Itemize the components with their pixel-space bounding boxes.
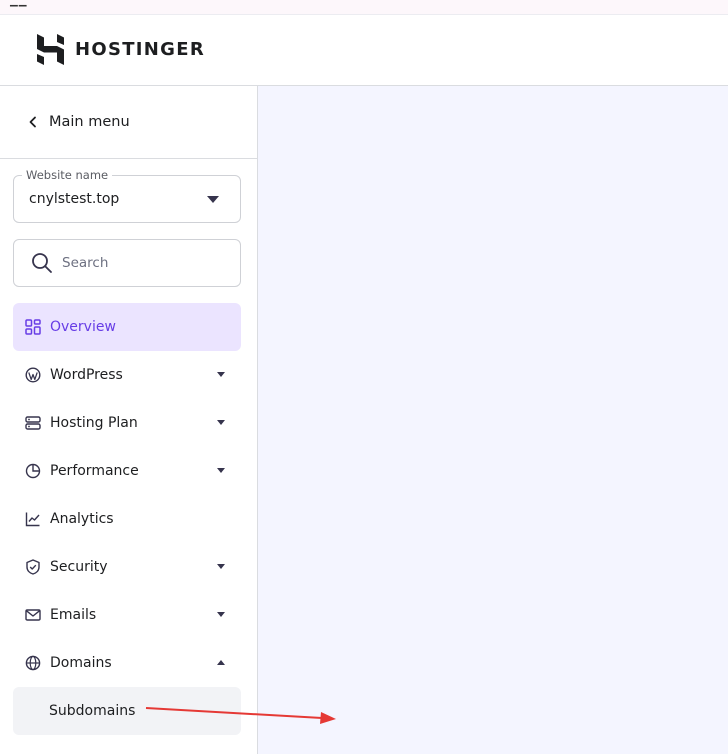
caret-down-icon	[217, 468, 225, 473]
website-name-legend: Website name	[22, 168, 113, 182]
sidebar-item-analytics[interactable]: Analytics	[13, 495, 241, 543]
sidebar-item-emails[interactable]: Emails	[13, 591, 241, 639]
sidebar-item-label: Emails	[50, 607, 97, 623]
sidebar-item-domains[interactable]: Domains	[13, 639, 241, 687]
caret-down-icon	[217, 420, 225, 425]
hostinger-logo-icon	[37, 34, 64, 65]
globe-icon	[24, 655, 41, 672]
caret-down-icon	[217, 372, 225, 377]
caret-down-icon	[207, 196, 219, 203]
sidebar-item-overview[interactable]: Overview	[13, 303, 241, 351]
shield-icon	[24, 559, 41, 576]
mail-icon	[24, 607, 41, 624]
sidebar-item-label: Overview	[50, 319, 116, 335]
strip-glyph: ▁▁	[10, 0, 28, 7]
search-icon	[32, 253, 52, 273]
caret-down-icon	[217, 564, 225, 569]
sidebar-item-hosting-plan[interactable]: Hosting Plan	[13, 399, 241, 447]
sidebar-subitem-label: Subdomains	[49, 703, 136, 719]
pie-chart-icon	[24, 463, 41, 480]
website-name-value: cnylstest.top	[29, 191, 120, 207]
main-menu-label: Main menu	[49, 114, 130, 130]
browser-top-strip: ▁▁	[0, 0, 728, 15]
sidebar-item-label: WordPress	[50, 367, 123, 383]
sidebar-item-label: Domains	[50, 655, 112, 671]
wordpress-icon	[24, 367, 41, 384]
main-content-area	[258, 86, 728, 754]
line-chart-icon	[24, 511, 41, 528]
sidebar: Main menu Website name cnylstest.top Ove…	[0, 86, 258, 754]
sidebar-nav: Overview WordPress Hosting Plan Performa…	[13, 303, 241, 735]
search-box[interactable]	[13, 239, 241, 287]
sidebar-item-label: Hosting Plan	[50, 415, 138, 431]
website-name-select[interactable]: Website name cnylstest.top	[13, 168, 241, 223]
sidebar-subitem-subdomains[interactable]: Subdomains	[13, 687, 241, 735]
overview-grid-icon	[24, 319, 41, 336]
hostinger-logo[interactable]: HOSTINGER	[37, 34, 205, 65]
sidebar-item-wordpress[interactable]: WordPress	[13, 351, 241, 399]
brand-name: HOSTINGER	[75, 39, 206, 60]
caret-up-icon	[217, 660, 225, 665]
sidebar-item-performance[interactable]: Performance	[13, 447, 241, 495]
sidebar-item-label: Security	[50, 559, 108, 575]
sidebar-item-security[interactable]: Security	[13, 543, 241, 591]
main-menu-back-button[interactable]: Main menu	[0, 86, 257, 159]
sidebar-item-label: Analytics	[50, 511, 114, 527]
sidebar-item-label: Performance	[50, 463, 139, 479]
caret-down-icon	[217, 612, 225, 617]
search-input[interactable]	[62, 255, 212, 271]
server-icon	[24, 415, 41, 432]
top-header: HOSTINGER	[0, 15, 728, 86]
chevron-left-icon	[29, 116, 36, 128]
